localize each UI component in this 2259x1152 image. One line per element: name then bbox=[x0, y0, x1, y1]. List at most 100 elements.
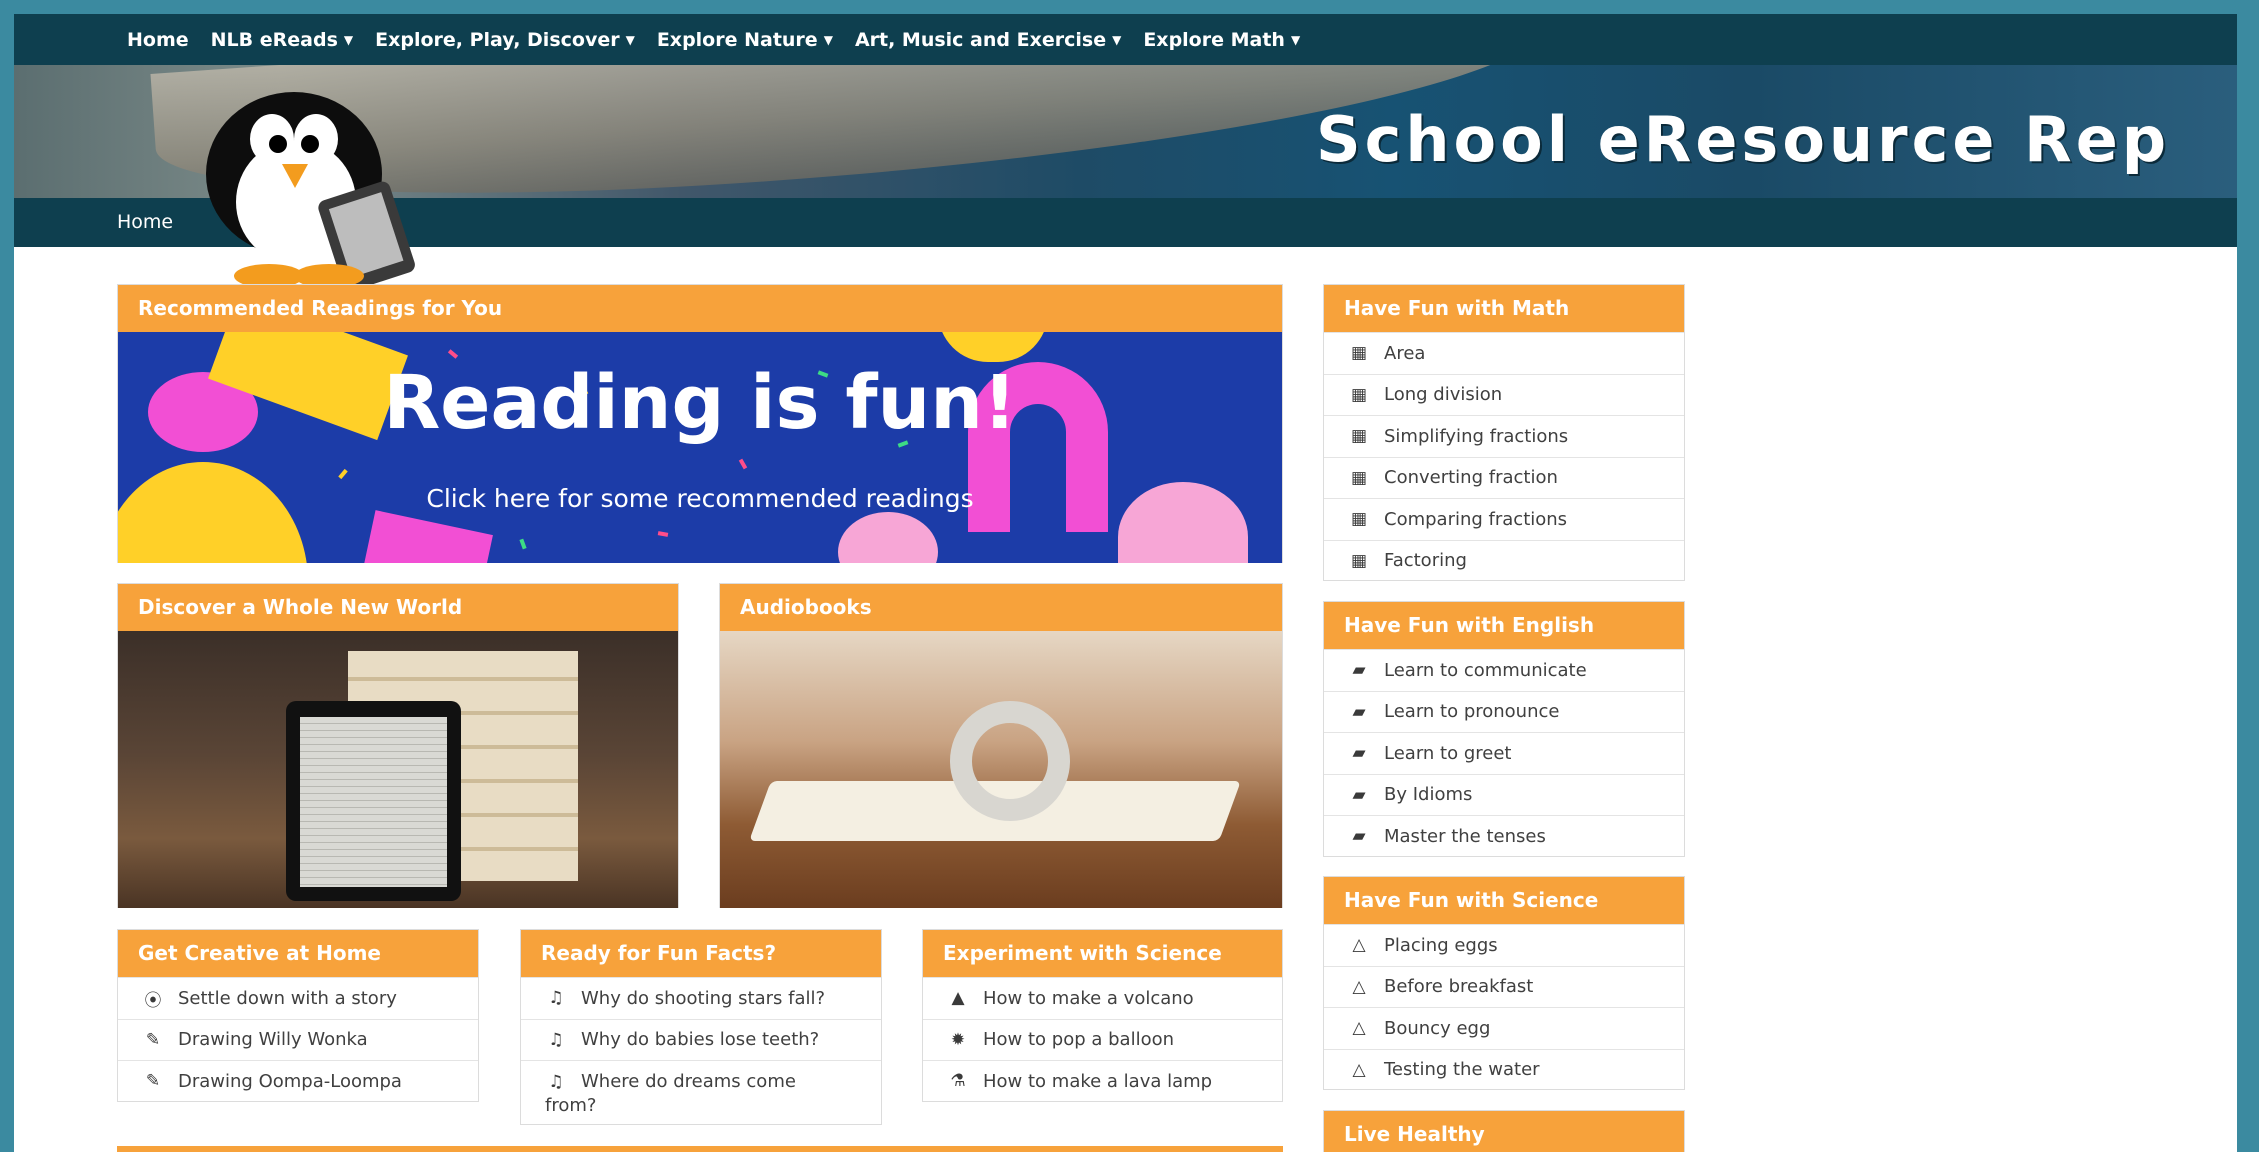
page-frame: Home NLB eReads ▼ Explore, Play, Discover… bbox=[14, 14, 2237, 1152]
book-icon: ▰ bbox=[1352, 743, 1366, 764]
list-item[interactable]: ✎ Drawing Willy Wonka bbox=[118, 1018, 478, 1061]
nav-explore-math[interactable]: Explore Math ▼ bbox=[1143, 29, 1300, 51]
calendar-x-icon: ▦ bbox=[1350, 343, 1368, 364]
list-item[interactable]: ▦ Simplifying fractions bbox=[1324, 415, 1684, 457]
pencil-icon: ✎ bbox=[145, 1071, 161, 1092]
list-item[interactable]: △ Before breakfast bbox=[1324, 965, 1684, 1008]
list-item[interactable]: ♫ Why do babies lose teeth? bbox=[521, 1018, 881, 1061]
calendar-x-icon: ▦ bbox=[1350, 509, 1368, 530]
list-item[interactable]: △ Placing eggs bbox=[1324, 924, 1684, 966]
list-item[interactable]: ▰ By Idioms bbox=[1324, 773, 1684, 816]
flask-outline-icon: △ bbox=[1352, 1059, 1366, 1080]
next-panel-heading bbox=[117, 1146, 1283, 1152]
flask-icon: ⚗ bbox=[950, 1071, 966, 1092]
warning-triangle-icon: ▲ bbox=[951, 988, 965, 1009]
nav-home[interactable]: Home bbox=[127, 29, 189, 51]
flask-outline-icon: △ bbox=[1352, 1018, 1366, 1039]
caret-down-icon: ▼ bbox=[823, 33, 833, 47]
pink-shape bbox=[838, 512, 938, 563]
nav-art-music-exercise[interactable]: Art, Music and Exercise ▼ bbox=[855, 29, 1121, 51]
list-item[interactable]: ⦿ Settle down with a story bbox=[118, 977, 478, 1019]
ereader-books-image[interactable] bbox=[118, 631, 678, 908]
panel-heading: Have Fun with Math bbox=[1324, 285, 1684, 332]
book-icon: ▰ bbox=[1352, 826, 1366, 847]
live-healthy-panel: Live Healthy bbox=[1323, 1110, 1685, 1152]
panel-heading: Have Fun with English bbox=[1324, 602, 1684, 649]
virus-icon: ✹ bbox=[950, 1029, 966, 1050]
confetti bbox=[338, 468, 348, 480]
calendar-x-icon: ▦ bbox=[1350, 384, 1368, 405]
list-item[interactable]: ▰ Learn to communicate bbox=[1324, 649, 1684, 691]
headphones-book-image[interactable] bbox=[720, 631, 1282, 908]
headphones bbox=[950, 701, 1070, 821]
science-panel: Have Fun with Science △ Placing eggs △ Bef… bbox=[1323, 876, 1685, 1090]
music-note-icon: ♫ bbox=[548, 988, 564, 1009]
list-item[interactable]: ♫ Where do dreams come from? bbox=[521, 1060, 881, 1124]
flask-outline-icon: △ bbox=[1352, 976, 1366, 997]
play-circle-icon: ⦿ bbox=[144, 990, 162, 1011]
confetti bbox=[738, 458, 748, 470]
panel-heading: Have Fun with Science bbox=[1324, 877, 1684, 924]
book-icon: ▰ bbox=[1352, 701, 1366, 722]
list-item[interactable]: ▰ Learn to greet bbox=[1324, 732, 1684, 774]
list-item[interactable]: ♫ Why do shooting stars fall? bbox=[521, 977, 881, 1019]
banner-heading: Reading is fun! bbox=[383, 360, 1017, 446]
book-icon: ▰ bbox=[1352, 660, 1366, 681]
pencil-icon: ✎ bbox=[145, 1029, 161, 1050]
recommended-readings-panel: Recommended Readings for You Reading is … bbox=[117, 284, 1283, 563]
confetti bbox=[519, 538, 527, 550]
calendar-x-icon: ▦ bbox=[1350, 467, 1368, 488]
list-item[interactable]: ▰ Master the tenses bbox=[1324, 815, 1684, 857]
list-item[interactable]: ⚗ How to make a lava lamp bbox=[923, 1060, 1282, 1102]
english-panel: Have Fun with English ▰ Learn to communic… bbox=[1323, 601, 1685, 857]
audiobooks-panel: Audiobooks bbox=[719, 583, 1283, 908]
caret-down-icon: ▼ bbox=[625, 33, 635, 47]
top-navbar: Home NLB eReads ▼ Explore, Play, Discover… bbox=[14, 14, 2237, 65]
list-item[interactable]: ▦ Area bbox=[1324, 332, 1684, 374]
nav-nlb-ereads[interactable]: NLB eReads ▼ bbox=[211, 29, 353, 51]
list-item[interactable]: ▦ Long division bbox=[1324, 373, 1684, 416]
list-item[interactable]: ✹ How to pop a balloon bbox=[923, 1018, 1282, 1061]
confetti bbox=[657, 531, 669, 537]
calendar-x-icon: ▦ bbox=[1350, 426, 1368, 447]
confetti bbox=[447, 349, 459, 359]
panel-heading: Live Healthy bbox=[1324, 1111, 1684, 1152]
nav-explore-play-discover[interactable]: Explore, Play, Discover ▼ bbox=[375, 29, 635, 51]
list-item[interactable]: ▰ Learn to pronounce bbox=[1324, 690, 1684, 733]
list-item[interactable]: ▲ How to make a volcano bbox=[923, 977, 1282, 1019]
breadcrumb-home[interactable]: Home bbox=[117, 211, 173, 233]
list-item[interactable]: △ Testing the water bbox=[1324, 1048, 1684, 1091]
list-item[interactable]: ▦ Converting fraction bbox=[1324, 456, 1684, 499]
list-item[interactable]: ✎ Drawing Oompa-Loompa bbox=[118, 1060, 478, 1102]
caret-down-icon: ▼ bbox=[1290, 33, 1301, 47]
music-note-icon: ♫ bbox=[548, 1072, 564, 1092]
reading-is-fun-banner[interactable]: Reading is fun! Click here for some reco… bbox=[118, 332, 1282, 563]
panel-heading: Discover a Whole New World bbox=[118, 584, 678, 631]
caret-down-icon: ▼ bbox=[343, 33, 354, 47]
nav-explore-nature[interactable]: Explore Nature ▼ bbox=[657, 29, 833, 51]
music-note-icon: ♫ bbox=[548, 1029, 564, 1050]
math-panel: Have Fun with Math ▦ Area ▦ Long division … bbox=[1323, 284, 1685, 581]
penguin-mascot-icon bbox=[206, 92, 415, 292]
experiment-panel: Experiment with Science ▲ How to make a v… bbox=[922, 929, 1283, 1102]
panel-heading: Audiobooks bbox=[720, 584, 1282, 631]
pink-shape bbox=[363, 510, 493, 563]
list-item[interactable]: ▦ Comparing fractions bbox=[1324, 498, 1684, 540]
list-item[interactable]: △ Bouncy egg bbox=[1324, 1007, 1684, 1049]
flask-outline-icon: △ bbox=[1352, 935, 1366, 956]
book-icon: ▰ bbox=[1352, 784, 1366, 805]
yellow-shape bbox=[938, 332, 1048, 362]
discover-panel: Discover a Whole New World bbox=[117, 583, 679, 908]
panel-heading: Get Creative at Home bbox=[118, 930, 478, 977]
creative-panel: Get Creative at Home ⦿ Settle down with a… bbox=[117, 929, 479, 1102]
banner-link-text[interactable]: Click here for some recommended readings bbox=[118, 484, 1282, 513]
list-item[interactable]: ▦ Factoring bbox=[1324, 539, 1684, 582]
ereader-device bbox=[286, 701, 461, 901]
calendar-x-icon: ▦ bbox=[1350, 550, 1368, 571]
panel-heading: Recommended Readings for You bbox=[118, 285, 1282, 332]
panel-heading: Ready for Fun Facts? bbox=[521, 930, 881, 977]
caret-down-icon: ▼ bbox=[1112, 33, 1122, 47]
panel-heading: Experiment with Science bbox=[923, 930, 1282, 977]
fun-facts-panel: Ready for Fun Facts? ♫ Why do shooting st… bbox=[520, 929, 882, 1125]
site-title: School eResource Rep bbox=[1316, 103, 2171, 176]
